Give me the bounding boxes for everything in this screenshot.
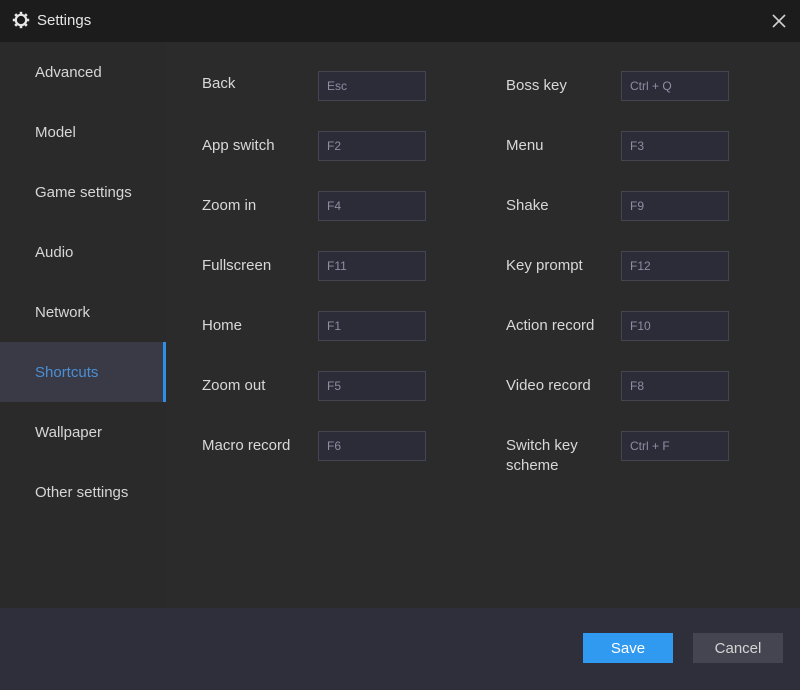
shortcut-label-switch-key-scheme: Switch key scheme (506, 437, 578, 474)
sidebar-item-label: Audio (35, 243, 74, 261)
shortcut-label-macro-record: Macro record (202, 437, 291, 454)
shortcut-label-boss-key: Boss key (506, 77, 567, 94)
sidebar-item-advanced[interactable]: Advanced (0, 42, 166, 102)
sidebar-item-model[interactable]: Model (0, 102, 166, 162)
save-button[interactable]: Save (583, 633, 673, 663)
shortcut-field-macro-record[interactable]: F6 (318, 431, 426, 461)
shortcut-label-shake: Shake (506, 197, 549, 214)
shortcut-label-key-prompt: Key prompt (506, 257, 583, 274)
sidebar-item-game-settings[interactable]: Game settings (0, 162, 166, 222)
cancel-button[interactable]: Cancel (693, 633, 783, 663)
shortcut-field-boss-key[interactable]: Ctrl + Q (621, 71, 729, 101)
sidebar-item-label: Wallpaper (35, 423, 102, 441)
shortcuts-panel: Back Esc App switch F2 Zoom in F4 Fullsc… (166, 42, 800, 608)
shortcut-label-zoom-out: Zoom out (202, 377, 266, 394)
shortcut-field-app-switch[interactable]: F2 (318, 131, 426, 161)
shortcut-field-video-record[interactable]: F8 (621, 371, 729, 401)
sidebar-item-label: Advanced (35, 63, 102, 81)
shortcut-field-switch-key-scheme[interactable]: Ctrl + F (621, 431, 729, 461)
sidebar-item-label: Network (35, 303, 91, 321)
window-title: Settings (37, 12, 92, 29)
gear-icon (12, 11, 30, 29)
shortcut-label-action-record: Action record (506, 317, 595, 334)
shortcut-field-shake[interactable]: F9 (621, 191, 729, 221)
sidebar-item-network[interactable]: Network (0, 282, 166, 342)
shortcut-field-action-record[interactable]: F10 (621, 311, 729, 341)
shortcut-field-menu[interactable]: F3 (621, 131, 729, 161)
shortcut-label-menu: Menu (506, 137, 544, 154)
shortcut-label-back: Back (202, 75, 236, 92)
shortcut-label-zoom-in: Zoom in (202, 197, 257, 214)
shortcut-field-zoom-out[interactable]: F5 (318, 371, 426, 401)
shortcut-field-home[interactable]: F1 (318, 311, 426, 341)
shortcut-label-app-switch: App switch (202, 137, 275, 154)
dialog-footer: Save Cancel (0, 608, 800, 690)
shortcut-field-back[interactable]: Esc (318, 71, 426, 101)
sidebar-item-audio[interactable]: Audio (0, 222, 166, 282)
sidebar-item-label: Game settings (35, 183, 132, 201)
sidebar-item-label: Shortcuts (35, 363, 99, 381)
sidebar-item-wallpaper[interactable]: Wallpaper (0, 402, 166, 462)
title-bar: Settings (0, 0, 800, 42)
shortcut-label-home: Home (202, 317, 243, 334)
sidebar-item-label: Other settings (35, 483, 129, 501)
shortcut-label-video-record: Video record (506, 377, 591, 394)
shortcut-label-fullscreen: Fullscreen (202, 257, 272, 274)
close-icon[interactable] (766, 8, 792, 34)
shortcut-field-zoom-in[interactable]: F4 (318, 191, 426, 221)
settings-sidebar: Advanced Model Game settings Audio Netwo… (0, 42, 166, 608)
shortcut-field-fullscreen[interactable]: F11 (318, 251, 426, 281)
shortcut-field-key-prompt[interactable]: F12 (621, 251, 729, 281)
sidebar-item-label: Model (35, 123, 76, 141)
sidebar-item-shortcuts[interactable]: Shortcuts (0, 342, 166, 402)
sidebar-item-other-settings[interactable]: Other settings (0, 462, 166, 522)
